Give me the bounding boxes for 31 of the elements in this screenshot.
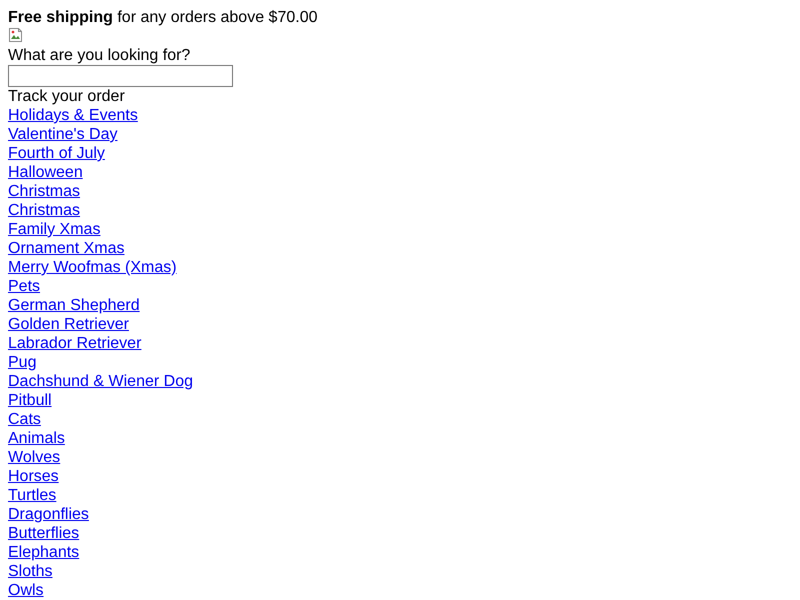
category-link[interactable]: Dachshund & Wiener Dog xyxy=(8,373,193,390)
broken-image-icon xyxy=(8,27,24,43)
category-link[interactable]: Turtles xyxy=(8,487,56,504)
category-link[interactable]: Christmas xyxy=(8,183,80,200)
category-link[interactable]: Animals xyxy=(8,430,65,447)
category-link[interactable]: Horses xyxy=(8,468,59,485)
category-link[interactable]: Golden Retriever xyxy=(8,316,129,333)
track-order-label: Track your order xyxy=(8,87,126,106)
category-link[interactable]: German Shepherd xyxy=(8,297,140,314)
category-link[interactable]: Pitbull xyxy=(8,392,52,409)
category-link[interactable]: Ornament Xmas xyxy=(8,240,124,257)
category-link[interactable]: Pug xyxy=(8,354,36,371)
search-field[interactable] xyxy=(8,65,233,87)
category-link[interactable]: Family Xmas xyxy=(8,221,100,238)
category-link[interactable]: Owls xyxy=(8,582,44,599)
search-label: What are you looking for? xyxy=(8,46,192,65)
category-link[interactable]: Wolves xyxy=(8,449,60,466)
category-link[interactable]: Dragonflies xyxy=(8,506,89,523)
category-link[interactable]: Holidays & Events xyxy=(8,107,138,124)
category-link[interactable]: Merry Woofmas (Xmas) xyxy=(8,259,177,276)
category-link[interactable]: Pets xyxy=(8,278,40,295)
category-link[interactable]: Butterflies xyxy=(8,525,80,542)
category-link[interactable]: Fourth of July xyxy=(8,145,105,162)
category-link[interactable]: Cats xyxy=(8,411,41,428)
category-link[interactable]: Elephants xyxy=(8,544,80,561)
shipping-notice-text: Free shipping for any orders above $70.00 xyxy=(8,8,318,27)
category-link[interactable]: Labrador Retriever xyxy=(8,335,142,352)
category-link[interactable]: Valentine's Day xyxy=(8,126,118,143)
category-link[interactable]: Sloths xyxy=(8,563,52,580)
category-link[interactable]: Christmas xyxy=(8,202,80,219)
category-link[interactable]: Halloween xyxy=(8,164,83,181)
